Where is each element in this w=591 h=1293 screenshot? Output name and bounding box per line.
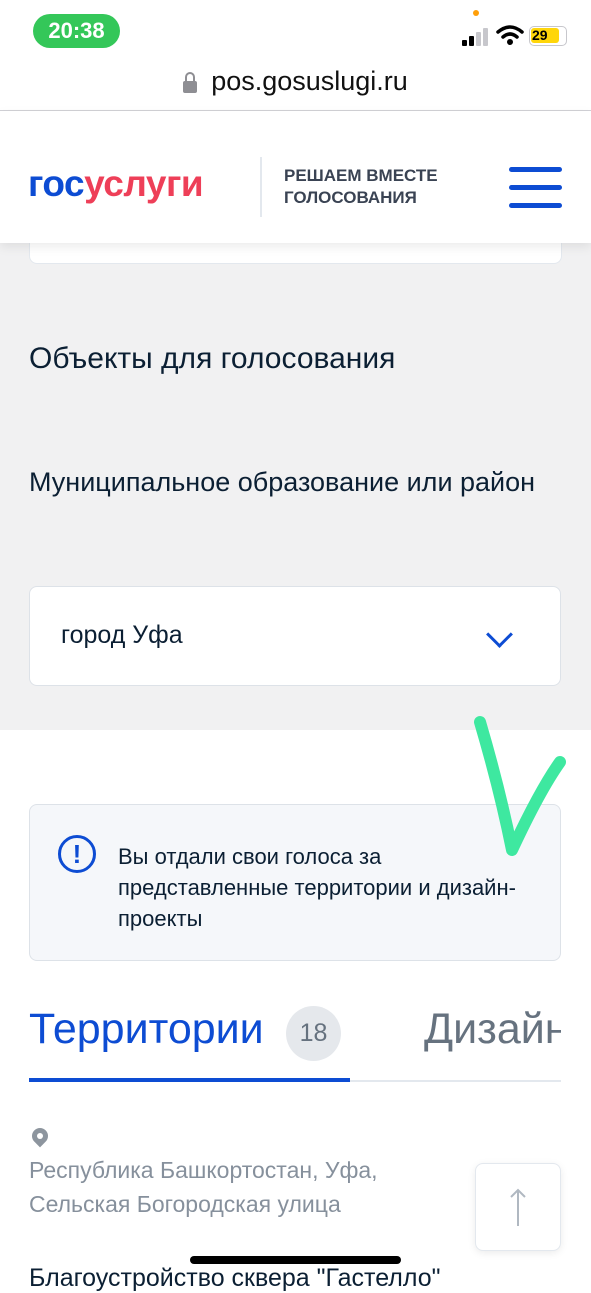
scroll-to-top-button[interactable] — [475, 1163, 561, 1251]
location-pin-icon — [28, 1124, 52, 1148]
chevron-down-icon — [486, 621, 513, 648]
wifi-icon — [496, 24, 524, 46]
header-separator — [260, 157, 262, 217]
section-title: Объекты для голосования — [29, 342, 396, 375]
header-slogan: РЕШАЕМ ВМЕСТЕ ГОЛОСОВАНИЯ — [284, 166, 438, 207]
territories-count-badge: 18 — [286, 1006, 341, 1061]
arrow-up-icon — [510, 1188, 526, 1226]
camera-indicator-dot — [473, 10, 479, 16]
checkmark-annotation — [470, 710, 580, 870]
item-address: Республика Башкортостан, Уфа, Сельская Б… — [29, 1157, 378, 1217]
address-bar[interactable]: pos.gosuslugi.ru — [0, 56, 591, 106]
tab-design[interactable]: Дизайн — [424, 1005, 561, 1054]
active-tab-indicator — [29, 1078, 350, 1082]
municipality-label: Муниципальное образование или район — [29, 467, 536, 497]
status-time: 20:38 — [33, 14, 120, 48]
lock-icon — [183, 72, 198, 93]
municipality-value: город Уфа — [61, 621, 183, 649]
home-indicator — [190, 1256, 401, 1264]
logo-part-gos: гос — [28, 163, 85, 204]
battery-icon: 29 — [529, 26, 567, 46]
item-project-title[interactable]: Благоустройство сквера "Гастелло" — [29, 1264, 441, 1293]
logo-part-uslugi: услуги — [84, 163, 204, 204]
menu-icon[interactable] — [509, 167, 562, 209]
signal-icon — [462, 28, 490, 46]
exclamation-icon: ! — [58, 835, 96, 873]
gosuslugi-logo[interactable]: госуслуги — [28, 163, 204, 205]
site-header: госуслуги РЕШАЕМ ВМЕСТЕ ГОЛОСОВАНИЯ — [0, 111, 591, 243]
tab-territories[interactable]: Территории — [29, 1005, 264, 1054]
municipality-select[interactable]: город Уфа — [29, 586, 561, 686]
battery-level: 29 — [532, 27, 548, 43]
url-text: pos.gosuslugi.ru — [211, 65, 408, 96]
